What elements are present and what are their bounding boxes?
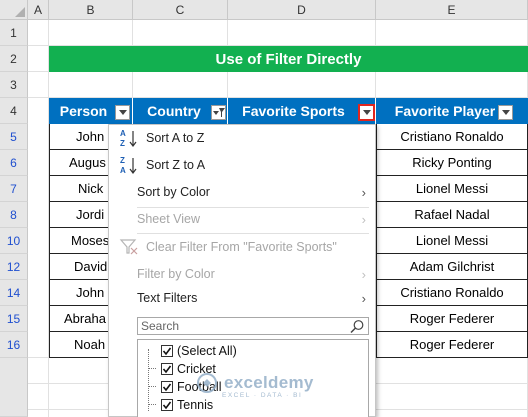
row-header-15[interactable]: 15	[0, 306, 28, 332]
column-header-c[interactable]: C	[133, 0, 228, 20]
column-header-e[interactable]: E	[376, 0, 528, 20]
search-icon	[349, 319, 365, 339]
menu-label-sort-az: Sort A to Z	[146, 131, 205, 145]
row-header-7[interactable]: 7	[0, 176, 28, 202]
header-player-label: Favorite Player	[394, 103, 496, 119]
table-cell-player[interactable]: Lionel Messi	[376, 176, 528, 202]
menu-label-text-filters: Text Filters	[137, 291, 198, 305]
column-header-d[interactable]: D	[228, 0, 376, 20]
sort-za-icon: Z A	[118, 154, 140, 176]
table-cell-player[interactable]: Roger Federer	[376, 332, 528, 358]
svg-text:A: A	[120, 129, 126, 138]
menu-label-sort-za: Sort Z to A	[146, 158, 206, 172]
exceldemy-watermark: exceldemy EXCEL · DATA · BI	[196, 372, 314, 399]
menu-label-sort-by-color: Sort by Color	[137, 185, 210, 199]
row-header-16[interactable]: 16	[0, 332, 28, 358]
menu-label-filter-by-color: Filter by Color	[137, 267, 215, 281]
row-header-3[interactable]: 3	[0, 72, 28, 98]
row-header-6[interactable]: 6	[0, 150, 28, 176]
tree-connector	[148, 404, 156, 405]
filter-search-input[interactable]: Search	[137, 317, 369, 335]
select-all-corner[interactable]	[0, 0, 28, 20]
filter-dropdown-icon	[362, 110, 371, 115]
svg-text:Z: Z	[120, 156, 125, 165]
filter-dropdown-player[interactable]	[498, 105, 513, 120]
tree-connector	[148, 349, 149, 411]
filter-dropdown-person[interactable]	[115, 105, 130, 120]
header-person-label: Person	[59, 103, 108, 119]
filter-applied-country[interactable]	[211, 105, 226, 120]
table-cell-player[interactable]: Cristiano Ronaldo	[376, 280, 528, 306]
filter-dropdown-sports[interactable]	[358, 104, 375, 121]
menu-label-sheet-view: Sheet View	[137, 212, 201, 226]
svg-text:A: A	[120, 166, 126, 175]
menu-item-sort-by-color[interactable]: Sort by Color ›	[109, 179, 375, 205]
row-header-14[interactable]: 14	[0, 280, 28, 306]
svg-text:Z: Z	[120, 139, 125, 148]
table-cell-player[interactable]: Adam Gilchrist	[376, 254, 528, 280]
table-cell-player[interactable]: Lionel Messi	[376, 228, 528, 254]
clear-filter-icon	[118, 236, 140, 258]
chevron-right-icon: ›	[361, 184, 366, 200]
title-banner[interactable]: Use of Filter Directly	[49, 46, 528, 72]
column-header-a[interactable]: A	[28, 0, 49, 20]
menu-item-sort-za[interactable]: Z A Sort Z to A	[109, 152, 375, 178]
row-header-10[interactable]: 10	[0, 228, 28, 254]
checkbox-checked-icon[interactable]	[161, 345, 173, 357]
checkbox-checked-icon[interactable]	[161, 363, 173, 375]
menu-item-sheet-view[interactable]: Sheet View ›	[109, 206, 375, 232]
checkbox-checked-icon[interactable]	[161, 399, 173, 411]
column-header-b[interactable]: B	[49, 0, 133, 20]
sort-az-icon: A Z	[118, 127, 140, 149]
menu-item-sort-az[interactable]: A Z Sort A to Z	[109, 125, 375, 151]
row-header-5[interactable]: 5	[0, 124, 28, 150]
header-country-label: Country	[147, 103, 201, 119]
header-sports[interactable]: Favorite Sports	[228, 98, 376, 124]
tree-connector	[148, 386, 156, 387]
table-cell-player[interactable]: Ricky Ponting	[376, 150, 528, 176]
header-sports-label: Favorite Sports	[242, 103, 345, 119]
checkbox-checked-icon[interactable]	[161, 381, 173, 393]
filter-applied-icon	[212, 107, 225, 117]
list-item-label: (Select All)	[177, 344, 237, 358]
list-item-tennis[interactable]: Tennis	[161, 396, 213, 414]
list-item-select-all[interactable]: (Select All)	[161, 342, 237, 360]
filter-dropdown-icon	[118, 110, 127, 115]
menu-item-filter-by-color[interactable]: Filter by Color ›	[109, 261, 375, 287]
row-header-4[interactable]: 4	[0, 98, 28, 124]
filter-dropdown-icon	[501, 110, 510, 115]
exceldemy-logo-icon	[197, 373, 217, 393]
table-cell-player[interactable]: Rafael Nadal	[376, 202, 528, 228]
table-cell-player[interactable]: Cristiano Ronaldo	[376, 124, 528, 150]
watermark-name: exceldemy	[224, 373, 314, 392]
chevron-right-icon: ›	[361, 211, 366, 227]
menu-label-clear-filter: Clear Filter From "Favorite Sports"	[146, 240, 337, 254]
row-header-1[interactable]: 1	[0, 20, 28, 46]
chevron-right-icon: ›	[361, 290, 366, 306]
row-header-8[interactable]: 8	[0, 202, 28, 228]
menu-item-clear-filter[interactable]: Clear Filter From "Favorite Sports"	[109, 234, 375, 260]
table-cell-player[interactable]: Roger Federer	[376, 306, 528, 332]
search-placeholder: Search	[141, 319, 180, 333]
watermark-tagline: EXCEL · DATA · BI	[222, 392, 303, 399]
row-header-2[interactable]: 2	[0, 46, 28, 72]
list-item-label: Tennis	[177, 398, 214, 412]
menu-item-text-filters[interactable]: Text Filters ›	[109, 285, 375, 311]
chevron-right-icon: ›	[361, 266, 366, 282]
tree-connector	[148, 368, 156, 369]
row-header-12[interactable]: 12	[0, 254, 28, 280]
row-header-empty	[0, 358, 28, 417]
